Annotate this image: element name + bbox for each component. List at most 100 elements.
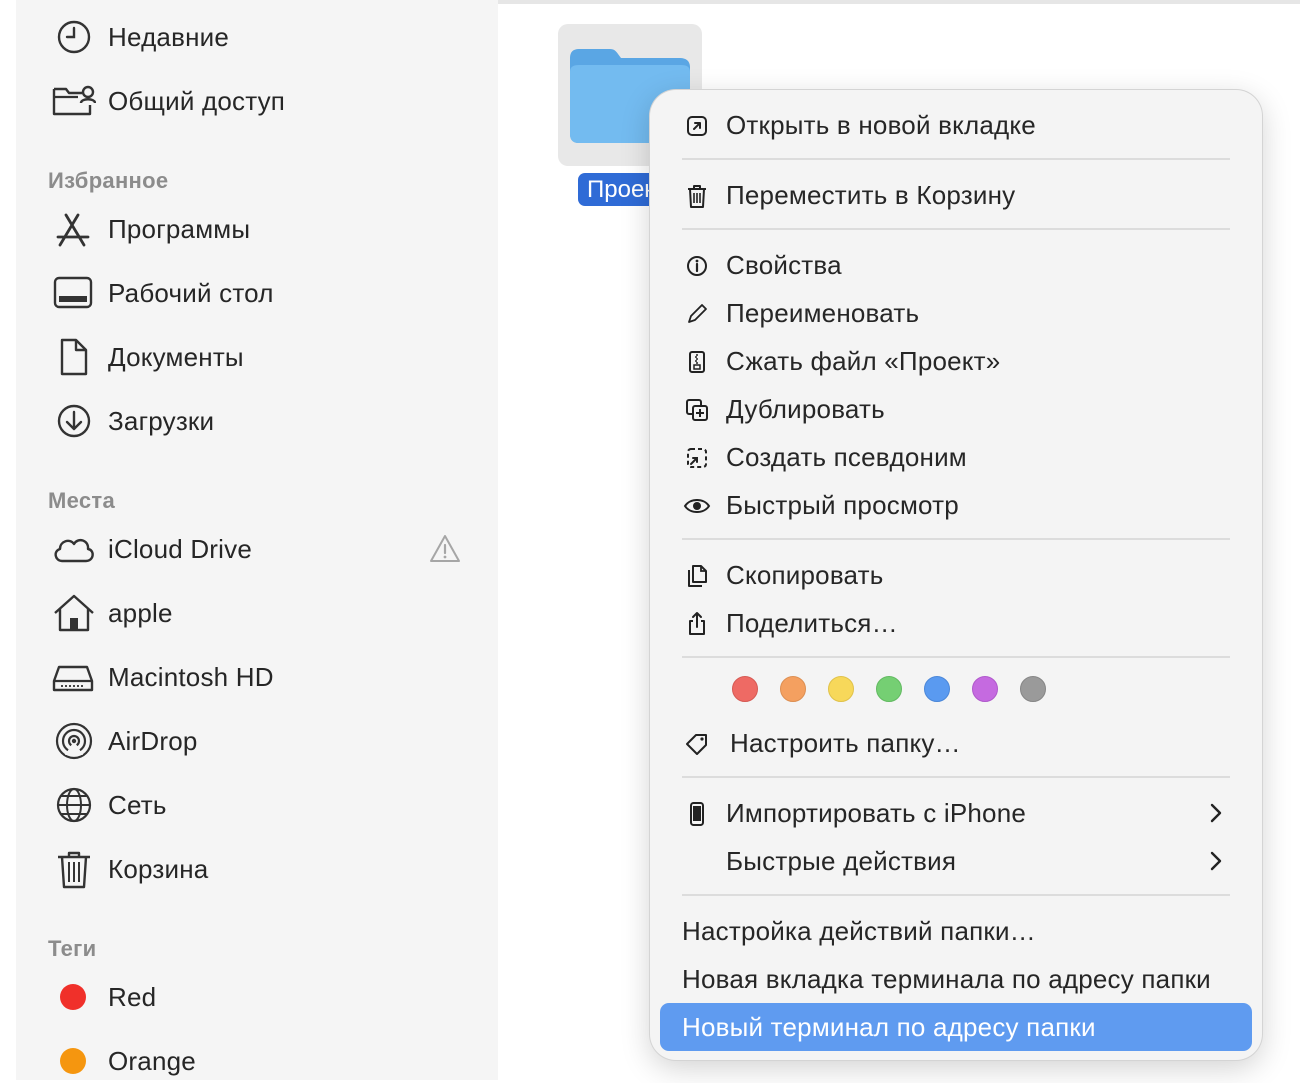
tag-green-button[interactable] [876,676,902,702]
trash-icon [682,181,712,211]
sidebar: Недавние Общий доступ Избранное Программ… [16,0,498,1080]
alias-icon [682,443,712,473]
menu-item-label: Новая вкладка терминала по адресу папки [682,963,1211,994]
menu-item-share[interactable]: Поделиться… [650,599,1262,647]
airdrop-icon [50,719,96,763]
shared-folder-icon [50,79,96,123]
menu-item-make-alias[interactable]: Создать псевдоним [650,433,1262,481]
share-icon [682,609,712,639]
duplicate-icon [682,395,712,425]
orange-tag-dot [60,1048,86,1074]
menu-item-move-to-trash[interactable]: Переместить в Корзину [650,171,1262,219]
tag-icon [682,729,712,759]
menu-item-label: Переместить в Корзину [726,179,1016,210]
menu-item-label: Создать псевдоним [726,441,967,472]
menu-item-quick-actions[interactable]: Быстрые действия [650,837,1262,885]
sidebar-item-network[interactable]: Сеть [50,783,167,827]
open-tab-icon [682,111,712,141]
sidebar-item-recents[interactable]: Недавние [50,15,229,59]
trash-icon [50,847,96,891]
menu-separator [682,158,1230,160]
home-icon [50,591,96,635]
sidebar-tag-red[interactable]: Red [50,975,156,1019]
sidebar-item-documents[interactable]: Документы [50,335,244,379]
window-top-border [498,0,1300,4]
menu-item-label: Переименовать [726,297,920,328]
sidebar-item-label: Red [108,981,157,1012]
tag-red-button[interactable] [732,676,758,702]
sidebar-tag-orange[interactable]: Orange [50,1039,196,1083]
sidebar-item-label: Общий доступ [108,85,286,116]
menu-item-label: Свойства [726,249,842,280]
menu-item-properties[interactable]: Свойства [650,241,1262,289]
menu-item-label: Быстрые действия [726,845,957,876]
archive-icon [682,347,712,377]
menu-item-label: Дублировать [726,393,885,424]
menu-item-label: Скопировать [726,559,884,590]
section-title-favorites: Избранное [48,168,169,193]
sidebar-item-trash[interactable]: Корзина [50,847,208,891]
pencil-icon [682,299,712,329]
sidebar-item-applications[interactable]: Программы [50,207,250,251]
tag-gray-button[interactable] [1020,676,1046,702]
sidebar-item-macintosh-hd[interactable]: Macintosh HD [50,655,274,699]
sidebar-item-label: AirDrop [108,725,198,756]
menu-separator [682,538,1230,540]
tag-purple-button[interactable] [972,676,998,702]
sidebar-item-label: Сеть [108,789,167,820]
download-icon [50,399,96,443]
hard-drive-icon [50,655,96,699]
tag-blue-button[interactable] [924,676,950,702]
menu-item-label: Новый терминал по адресу папки [682,1011,1096,1042]
sidebar-item-label: iCloud Drive [108,533,253,564]
section-title-places: Места [48,488,116,513]
warning-icon[interactable] [428,532,462,566]
menu-item-label: Импортировать с iPhone [726,797,1027,828]
menu-separator [682,656,1230,658]
tag-color-row [732,676,1068,702]
sidebar-item-label: Macintosh HD [108,661,274,692]
menu-separator [682,894,1230,896]
context-menu: Открыть в новой вкладке Переместить в Ко… [650,90,1262,1060]
menu-separator [682,776,1230,778]
menu-item-duplicate[interactable]: Дублировать [650,385,1262,433]
menu-item-folder-actions-setup[interactable]: Настройка действий папки… [650,907,1262,955]
tag-yellow-button[interactable] [828,676,854,702]
tag-orange-button[interactable] [780,676,806,702]
menu-item-customize-folder[interactable]: Настроить папку… [650,719,1262,767]
menu-item-compress[interactable]: Сжать файл «Проект» [650,337,1262,385]
menu-item-label: Поделиться… [726,607,898,638]
sidebar-item-label: Загрузки [108,405,215,436]
red-tag-dot [60,984,86,1010]
iphone-icon [682,799,712,829]
menu-item-quick-look[interactable]: Быстрый просмотр [650,481,1262,529]
applications-icon [50,207,96,251]
eye-icon [682,491,712,521]
sidebar-item-airdrop[interactable]: AirDrop [50,719,198,763]
sidebar-item-label: Недавние [108,21,230,52]
chevron-right-icon [1210,851,1222,871]
menu-item-label: Настройка действий папки… [682,915,1036,946]
menu-item-label: Настроить папку… [730,727,961,758]
sidebar-item-label: Orange [108,1045,196,1076]
menu-item-label: Открыть в новой вкладке [726,109,1036,140]
sidebar-item-icloud[interactable]: iCloud Drive [50,527,252,571]
menu-item-copy[interactable]: Скопировать [650,551,1262,599]
sidebar-item-downloads[interactable]: Загрузки [50,399,214,443]
copy-icon [682,561,712,591]
menu-item-new-terminal-tab[interactable]: Новая вкладка терминала по адресу папки [650,955,1262,1003]
menu-item-new-terminal[interactable]: Новый терминал по адресу папки [660,1003,1252,1051]
cloud-icon [50,527,96,571]
menu-item-import-iphone[interactable]: Импортировать с iPhone [650,789,1262,837]
sidebar-item-home[interactable]: apple [50,591,173,635]
sidebar-item-label: Документы [108,341,244,372]
menu-item-rename[interactable]: Переименовать [650,289,1262,337]
sidebar-item-label: Программы [108,213,251,244]
menu-item-label: Сжать файл «Проект» [726,345,1001,376]
sidebar-item-shared[interactable]: Общий доступ [50,79,285,123]
section-title-tags: Теги [48,936,97,961]
menu-item-open-new-tab[interactable]: Открыть в новой вкладке [650,101,1262,149]
sidebar-item-desktop[interactable]: Рабочий стол [50,271,274,315]
sidebar-item-label: Рабочий стол [108,277,274,308]
sidebar-item-label: apple [108,597,173,628]
